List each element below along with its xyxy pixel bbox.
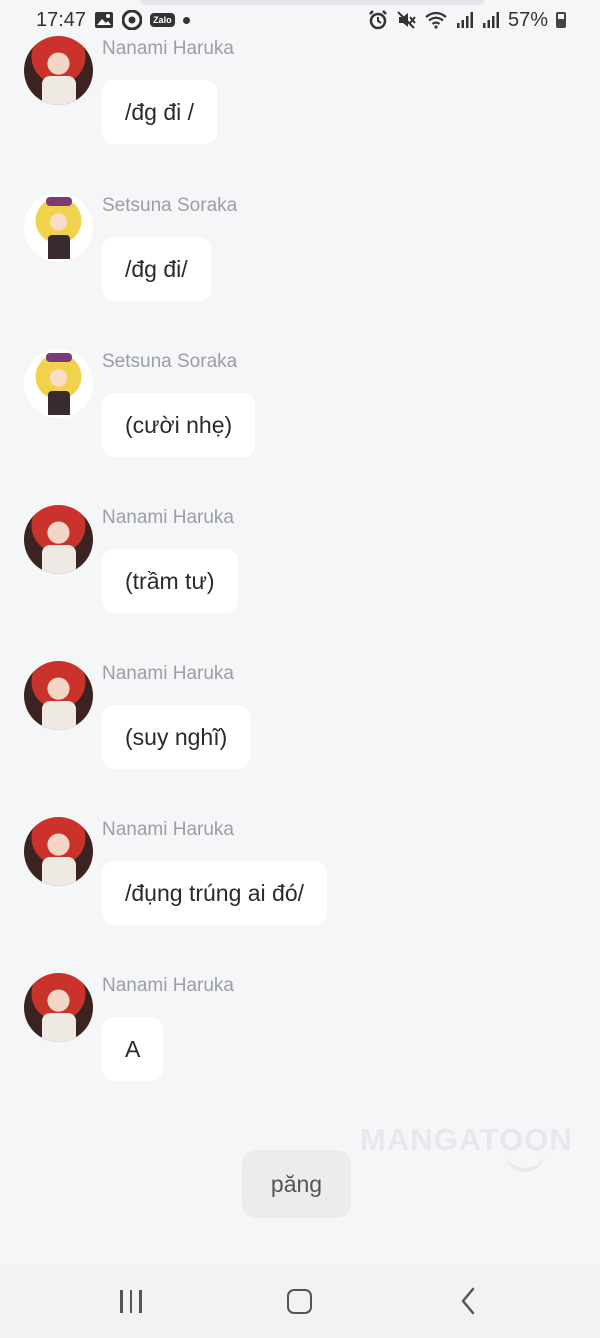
zalo-icon: Zalo bbox=[150, 13, 175, 27]
avatar[interactable] bbox=[24, 505, 93, 574]
sender-name: Nanami Haruka bbox=[102, 507, 234, 528]
message-bubble[interactable]: /đụng trúng ai đó/ bbox=[102, 861, 328, 925]
signal-icon bbox=[482, 11, 500, 29]
alarm-icon bbox=[368, 10, 388, 30]
sender-name: Nanami Haruka bbox=[102, 38, 234, 59]
battery-percent: 57% bbox=[507, 8, 548, 31]
avatar[interactable] bbox=[24, 817, 93, 886]
status-time: 17:47 bbox=[36, 8, 87, 31]
recent-apps-icon[interactable] bbox=[118, 1286, 144, 1316]
mute-icon bbox=[396, 10, 416, 30]
message-bubble[interactable]: A bbox=[102, 1017, 164, 1081]
notification-dot-icon bbox=[182, 16, 190, 24]
message-bubble[interactable]: /đg đi / bbox=[102, 80, 218, 144]
top-notch-pill bbox=[140, 0, 485, 5]
watermark-smile-mark bbox=[505, 1148, 545, 1172]
wifi-icon bbox=[424, 11, 448, 29]
gallery-icon bbox=[94, 11, 114, 29]
signal-icon bbox=[456, 11, 474, 29]
avatar[interactable] bbox=[24, 973, 93, 1042]
message-bubble[interactable]: /đg đi/ bbox=[102, 237, 211, 301]
battery-level-fill bbox=[558, 19, 564, 26]
message-bubble[interactable]: (cười nhẹ) bbox=[102, 393, 256, 457]
message-bubble[interactable]: (trầm tư) bbox=[102, 549, 238, 613]
back-icon[interactable] bbox=[456, 1286, 480, 1316]
avatar[interactable] bbox=[24, 661, 93, 730]
sender-name: Setsuna Soraka bbox=[102, 351, 238, 372]
avatar[interactable] bbox=[24, 349, 93, 418]
sender-name: Setsuna Soraka bbox=[102, 195, 238, 216]
navigation-bar bbox=[0, 1264, 600, 1338]
avatar[interactable] bbox=[24, 193, 93, 262]
narration-bubble[interactable]: păng bbox=[242, 1150, 351, 1218]
sender-name: Nanami Haruka bbox=[102, 819, 234, 840]
battery-icon bbox=[556, 12, 566, 28]
home-icon[interactable] bbox=[286, 1286, 312, 1316]
sender-name: Nanami Haruka bbox=[102, 663, 234, 684]
status-bar: 17:47 Zalo 57% bbox=[0, 0, 600, 40]
avatar[interactable] bbox=[24, 36, 93, 105]
chrome-like-icon bbox=[122, 10, 143, 30]
message-bubble[interactable]: (suy nghĩ) bbox=[102, 705, 251, 769]
sender-name: Nanami Haruka bbox=[102, 975, 234, 996]
